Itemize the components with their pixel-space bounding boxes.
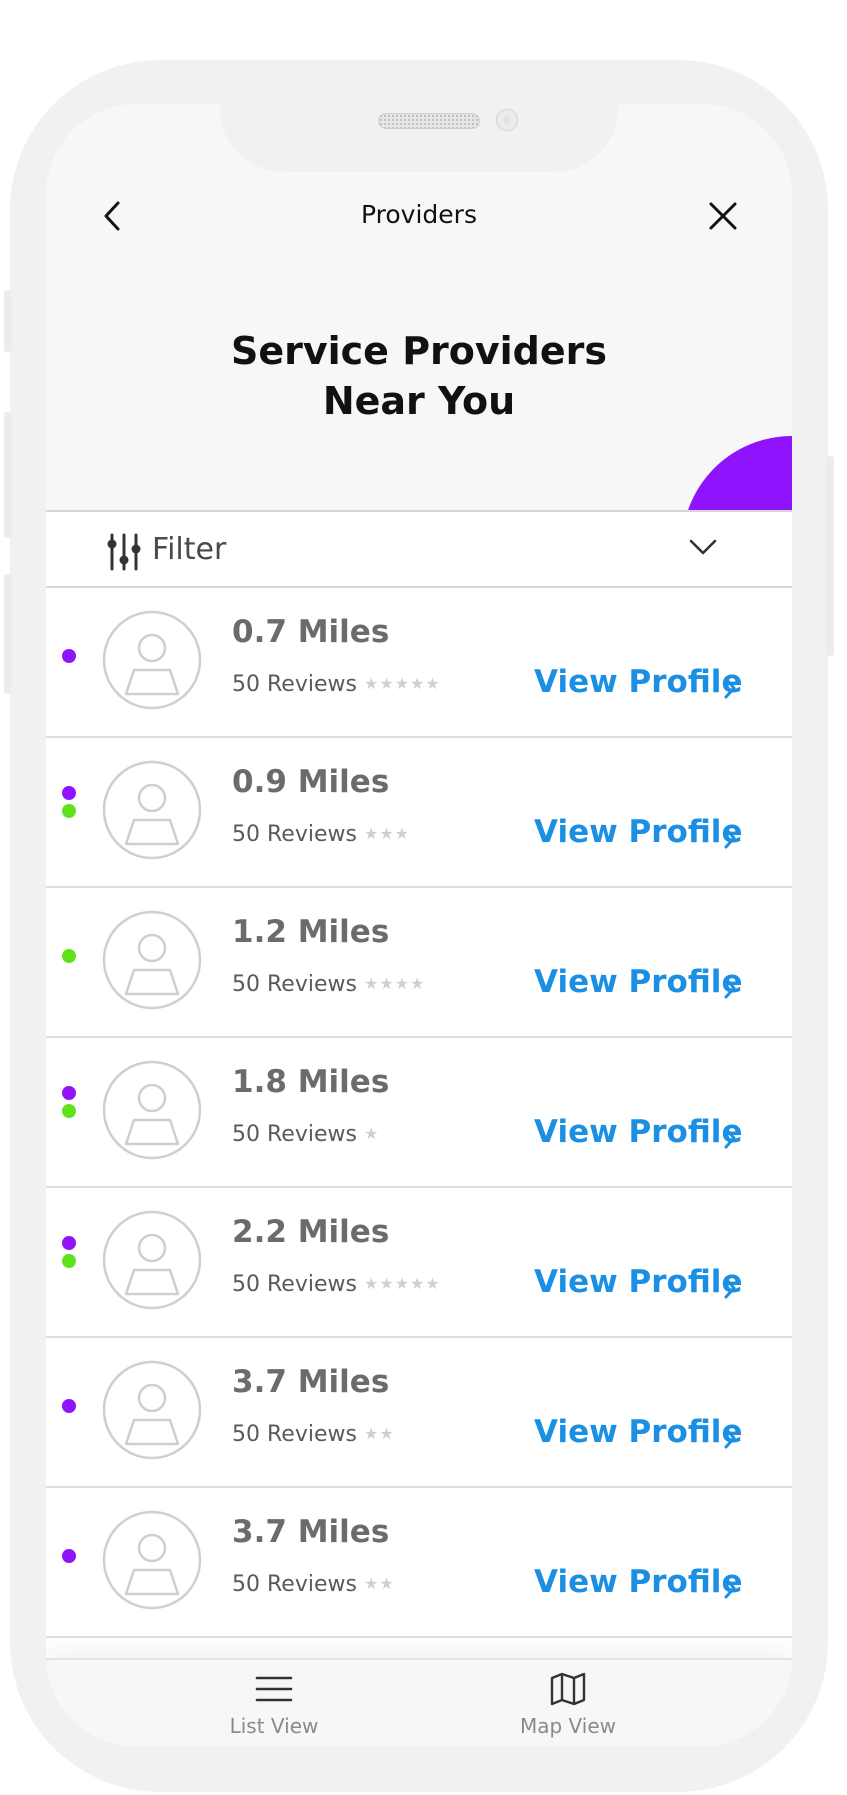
provider-distance: 3.7 Miles — [232, 1364, 390, 1400]
provider-distance: 0.9 Miles — [232, 764, 390, 800]
green-status-dot — [62, 804, 76, 818]
close-icon[interactable] — [706, 199, 740, 233]
green-status-dot — [62, 949, 76, 963]
user-avatar-icon — [102, 1060, 202, 1160]
phone-side-button — [826, 456, 834, 656]
camera-icon — [496, 109, 518, 131]
list-item[interactable]: 0.7 Miles 50 Reviews ★★★★★ View Profile — [46, 588, 792, 738]
purple-status-dot — [62, 786, 76, 800]
view-profile-link[interactable]: View Profile — [534, 814, 742, 850]
phone-side-button — [4, 574, 12, 694]
star-rating: ★★★★★ — [364, 674, 441, 693]
hero-line-1: Service Providers — [230, 329, 608, 373]
sliders-icon — [107, 533, 141, 571]
chevron-right-icon[interactable] — [722, 976, 738, 1000]
list-item[interactable]: 1.2 Miles 50 Reviews ★★★★ View Profile — [46, 888, 792, 1038]
star-rating: ★ — [364, 1124, 380, 1143]
purple-status-dot — [62, 649, 76, 663]
user-avatar-icon — [102, 760, 202, 860]
provider-reviews: 50 Reviews — [232, 972, 357, 997]
tab-map-view[interactable]: Map View — [468, 1660, 668, 1746]
provider-distance: 1.2 Miles — [232, 914, 390, 950]
star-rating: ★★★★ — [364, 974, 426, 993]
purple-status-dot — [62, 1086, 76, 1100]
provider-distance: 0.7 Miles — [232, 614, 390, 650]
chevron-right-icon[interactable] — [722, 1426, 738, 1450]
phone-side-button — [4, 412, 12, 538]
hamburger-icon — [255, 1676, 293, 1702]
bottom-tab-bar: List View Map View — [46, 1658, 792, 1746]
chevron-right-icon[interactable] — [722, 1276, 738, 1300]
provider-list: 0.7 Miles 50 Reviews ★★★★★ View Profile 0.9 … — [46, 588, 792, 1746]
user-avatar-icon — [102, 1210, 202, 1310]
green-status-dot — [62, 1254, 76, 1268]
provider-distance: 3.7 Miles — [232, 1514, 390, 1550]
list-item[interactable]: 1.8 Miles 50 Reviews ★ View Profile — [46, 1038, 792, 1188]
provider-list-panel: Filter 0.7 Miles 50 Reviews ★★★★★ View Prof… — [46, 510, 792, 1746]
chevron-right-icon[interactable] — [722, 1126, 738, 1150]
user-avatar-icon — [102, 1510, 202, 1610]
view-profile-link[interactable]: View Profile — [534, 964, 742, 1000]
provider-reviews: 50 Reviews — [232, 1572, 357, 1597]
view-profile-link[interactable]: View Profile — [534, 664, 742, 700]
view-profile-link[interactable]: View Profile — [534, 1114, 742, 1150]
list-item[interactable]: 2.2 Miles 50 Reviews ★★★★★ View Profile — [46, 1188, 792, 1338]
filter-label: Filter — [152, 532, 227, 567]
provider-reviews: 50 Reviews — [232, 672, 357, 697]
phone-side-button — [4, 290, 12, 352]
list-item[interactable]: 3.7 Miles 50 Reviews ★★ View Profile — [46, 1338, 792, 1488]
tab-label: Map View — [519, 1714, 617, 1738]
chevron-right-icon[interactable] — [722, 826, 738, 850]
speaker-grille — [378, 113, 480, 129]
notch — [220, 104, 618, 172]
user-avatar-icon — [102, 610, 202, 710]
provider-distance: 1.8 Miles — [232, 1064, 390, 1100]
provider-reviews: 50 Reviews — [232, 1122, 357, 1147]
user-avatar-icon — [102, 1360, 202, 1460]
provider-reviews: 50 Reviews — [232, 822, 357, 847]
view-profile-link[interactable]: View Profile — [534, 1414, 742, 1450]
green-status-dot — [62, 1104, 76, 1118]
purple-status-dot — [62, 1399, 76, 1413]
tab-list-view[interactable]: List View — [174, 1660, 374, 1746]
provider-reviews: 50 Reviews — [232, 1272, 357, 1297]
map-icon — [550, 1672, 586, 1706]
chevron-right-icon[interactable] — [722, 676, 738, 700]
phone-screen: Providers Service Providers Near You Fil… — [46, 104, 792, 1746]
filter-bar[interactable]: Filter — [46, 512, 792, 588]
hero-heading: Service Providers Near You — [46, 326, 792, 426]
hero-line-2: Near You — [322, 379, 516, 423]
star-rating: ★★★ — [364, 824, 411, 843]
provider-reviews: 50 Reviews — [232, 1422, 357, 1447]
user-avatar-icon — [102, 910, 202, 1010]
list-item[interactable]: 0.9 Miles 50 Reviews ★★★ View Profile — [46, 738, 792, 888]
tab-label: List View — [229, 1714, 319, 1738]
chevron-down-icon[interactable] — [688, 536, 718, 558]
page-title: Providers — [361, 200, 477, 229]
star-rating: ★★★★★ — [364, 1274, 441, 1293]
purple-status-dot — [62, 1549, 76, 1563]
purple-status-dot — [62, 1236, 76, 1250]
provider-distance: 2.2 Miles — [232, 1214, 390, 1250]
star-rating: ★★ — [364, 1424, 395, 1443]
list-item[interactable]: 3.7 Miles 50 Reviews ★★ View Profile — [46, 1488, 792, 1638]
chevron-right-icon[interactable] — [722, 1576, 738, 1600]
view-profile-link[interactable]: View Profile — [534, 1564, 742, 1600]
view-profile-link[interactable]: View Profile — [534, 1264, 742, 1300]
star-rating: ★★ — [364, 1574, 395, 1593]
